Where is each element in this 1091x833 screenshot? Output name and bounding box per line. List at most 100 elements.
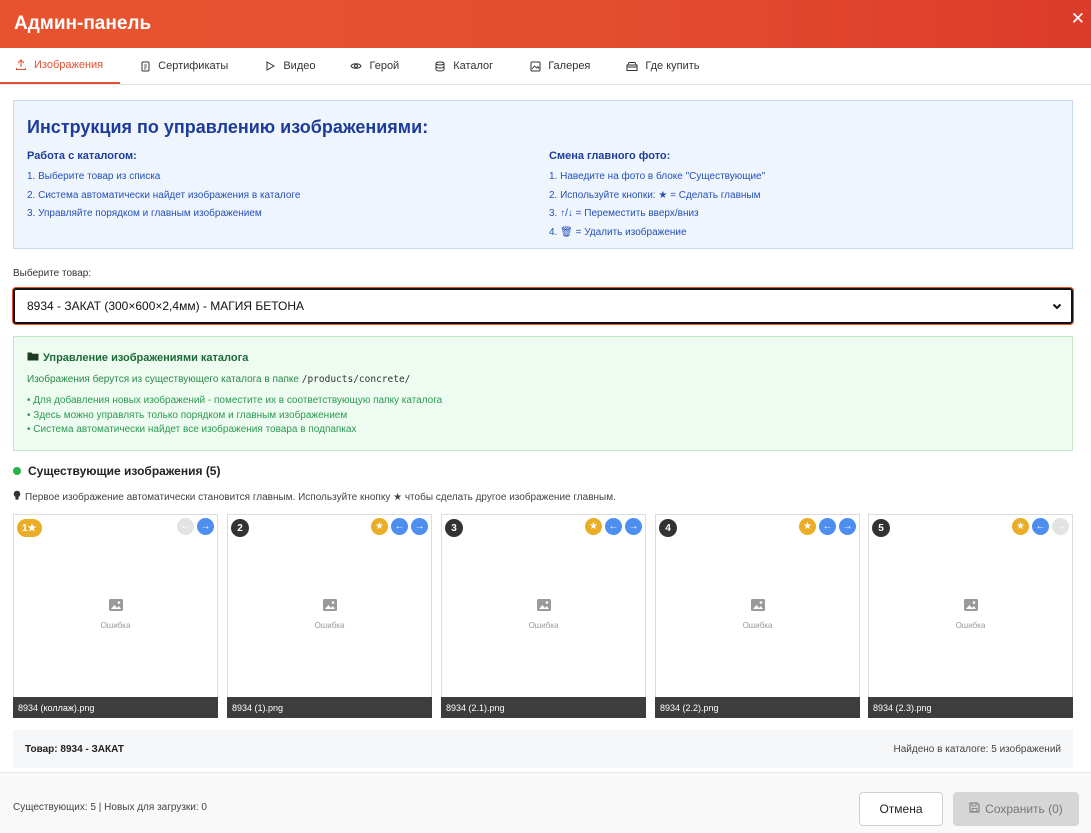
- image-filename: 8934 (2.3).png: [868, 697, 1073, 718]
- tab-where-to-buy[interactable]: Где купить: [615, 48, 709, 84]
- image-grid: 1★ ← → Ошибка 8934 (коллаж).png 2 ★ ← → …: [13, 514, 1073, 718]
- play-icon: [263, 59, 277, 73]
- step-item: 3. Управляйте порядком и главным изображ…: [27, 208, 262, 219]
- step-item: 3. ↑/↓ = Переместить вверх/вниз: [549, 208, 699, 219]
- image-filename: 8934 (1).png: [227, 697, 432, 718]
- broken-image-icon: [108, 599, 123, 611]
- image-error-text: Ошибка: [955, 621, 986, 630]
- move-right-icon[interactable]: →: [197, 518, 214, 535]
- move-left-icon[interactable]: ←: [605, 518, 622, 535]
- list-item: • Здесь можно управлять только порядком …: [27, 409, 348, 421]
- image-card[interactable]: 5 ★ ← → Ошибка 8934 (2.3).png: [868, 514, 1073, 718]
- move-left-icon: ←: [177, 518, 194, 535]
- move-right-icon[interactable]: →: [411, 518, 428, 535]
- catalog-info-desc: Изображения берутся из существующего кат…: [27, 374, 1059, 385]
- step-item: 2. Система автоматически найдет изображе…: [27, 189, 301, 201]
- step-item: 1. Наведите на фото в блоке "Существующи…: [549, 171, 766, 182]
- image-placeholder: Ошибка: [869, 598, 1072, 630]
- existing-images-heading: Существующие изображения (5): [13, 464, 220, 478]
- save-icon: [969, 802, 980, 816]
- lightbulb-icon: [13, 490, 21, 504]
- image-order-badge: 3: [445, 519, 463, 537]
- main-content: Инструкция по управлению изображениями: …: [13, 100, 1073, 768]
- image-card[interactable]: 4 ★ ← → Ошибка 8934 (2.2).png: [655, 514, 860, 718]
- tab-label: Видео: [283, 60, 316, 72]
- catalog-info-desc-text: Изображения берутся из существующего кат…: [27, 374, 302, 385]
- chevron-down-icon: [1051, 300, 1063, 315]
- make-main-star-icon[interactable]: ★: [799, 518, 816, 535]
- summary-product: Товар: 8934 - ЗАКАТ: [25, 743, 124, 755]
- existing-images-hint: Первое изображение автоматически станови…: [13, 490, 616, 504]
- tab-hero[interactable]: Герой: [339, 48, 409, 84]
- tab-gallery[interactable]: Галерея: [518, 48, 600, 84]
- tab-video[interactable]: Видео: [253, 48, 325, 84]
- product-summary-bar: Товар: 8934 - ЗАКАТ Найдено в каталоге: …: [13, 730, 1073, 768]
- tab-label: Каталог: [453, 60, 494, 72]
- image-order-badge: 2: [231, 519, 249, 537]
- list-item: • Система автоматически найдет все изобр…: [27, 424, 357, 435]
- product-select-label: Выберите товар:: [13, 268, 92, 279]
- move-left-icon[interactable]: ←: [391, 518, 408, 535]
- image-card[interactable]: 3 ★ ← → Ошибка 8934 (2.1).png: [441, 514, 646, 718]
- modal-title: Админ-панель: [14, 13, 152, 34]
- make-main-star-icon[interactable]: ★: [371, 518, 388, 535]
- move-right-icon[interactable]: →: [625, 518, 642, 535]
- main-photo-steps: Смена главного фото: 1. Наведите на фото…: [549, 150, 765, 242]
- image-placeholder: Ошибка: [442, 598, 645, 630]
- catalog-info-heading: Управление изображениями каталога: [27, 351, 1059, 364]
- eye-icon: [349, 59, 363, 73]
- make-main-star-icon[interactable]: ★: [585, 518, 602, 535]
- tab-images[interactable]: Изображения: [0, 48, 121, 84]
- catalog-path: /products/concrete/: [301, 374, 411, 385]
- image-filename: 8934 (коллаж).png: [13, 697, 218, 718]
- image-filename: 8934 (2.1).png: [441, 697, 646, 718]
- existing-images-title: Существующие изображения (5): [28, 464, 221, 478]
- catalog-info-panel: Управление изображениями каталога Изобра…: [13, 336, 1073, 451]
- make-main-star-icon[interactable]: ★: [1012, 518, 1029, 535]
- image-filename: 8934 (2.2).png: [655, 697, 860, 718]
- tab-label: Сертификаты: [158, 60, 229, 72]
- image-placeholder: Ошибка: [14, 598, 217, 630]
- broken-image-icon: [536, 599, 551, 611]
- product-select[interactable]: 8934 - ЗАКАТ (300×600×2,4мм) - МАГИЯ БЕТ…: [13, 288, 1073, 324]
- tab-catalog[interactable]: Каталог: [423, 48, 503, 84]
- footer-stats: Существующих: 5 | Новых для загрузки: 0: [13, 802, 207, 813]
- move-right-icon[interactable]: →: [839, 518, 856, 535]
- product-select-value: 8934 - ЗАКАТ (300×600×2,4мм) - МАГИЯ БЕТ…: [27, 299, 305, 313]
- summary-found: Найдено в каталоге: 5 изображений: [893, 743, 1062, 755]
- tab-label: Герой: [369, 60, 400, 72]
- tab-bar: Изображения Сертификаты Видео Герой Ката…: [0, 48, 1091, 85]
- catalog-steps-heading: Работа с каталогом:: [27, 150, 137, 162]
- save-button: Сохранить (0): [953, 792, 1079, 826]
- step-item: 2. Используйте кнопки: ★ = Сделать главн…: [549, 189, 761, 201]
- tab-certificates[interactable]: Сертификаты: [128, 48, 238, 84]
- database-icon: [433, 59, 447, 73]
- cancel-button[interactable]: Отмена: [859, 792, 943, 826]
- main-photo-steps-heading: Смена главного фото:: [549, 150, 671, 162]
- move-right-icon: →: [1052, 518, 1069, 535]
- modal-header: Админ-панель ✕: [0, 0, 1091, 48]
- instructions-panel: Инструкция по управлению изображениями: …: [13, 100, 1073, 249]
- catalog-info-title: Управление изображениями каталога: [43, 351, 249, 364]
- image-error-text: Ошибка: [528, 621, 559, 630]
- image-error-text: Ошибка: [100, 621, 131, 630]
- hint-text: Первое изображение автоматически станови…: [25, 491, 616, 503]
- broken-image-icon: [750, 599, 765, 611]
- image-error-text: Ошибка: [314, 621, 345, 630]
- tab-label: Где купить: [645, 60, 700, 72]
- step-item: 1. Выберите товар из списка: [27, 171, 161, 182]
- tab-label: Изображения: [34, 59, 104, 71]
- image-order-badge: 4: [659, 519, 677, 537]
- store-icon: [625, 59, 639, 73]
- folder-icon: [27, 351, 39, 364]
- upload-icon: [14, 58, 28, 72]
- image-order-badge: 5: [872, 519, 890, 537]
- list-item: • Для добавления новых изображений - пом…: [27, 395, 443, 406]
- image-placeholder: Ошибка: [656, 598, 859, 630]
- close-icon[interactable]: ✕: [1071, 10, 1085, 27]
- move-left-icon[interactable]: ←: [1032, 518, 1049, 535]
- image-card[interactable]: 2 ★ ← → Ошибка 8934 (1).png: [227, 514, 432, 718]
- instructions-title: Инструкция по управлению изображениями:: [27, 117, 429, 137]
- image-card[interactable]: 1★ ← → Ошибка 8934 (коллаж).png: [13, 514, 218, 718]
- move-left-icon[interactable]: ←: [819, 518, 836, 535]
